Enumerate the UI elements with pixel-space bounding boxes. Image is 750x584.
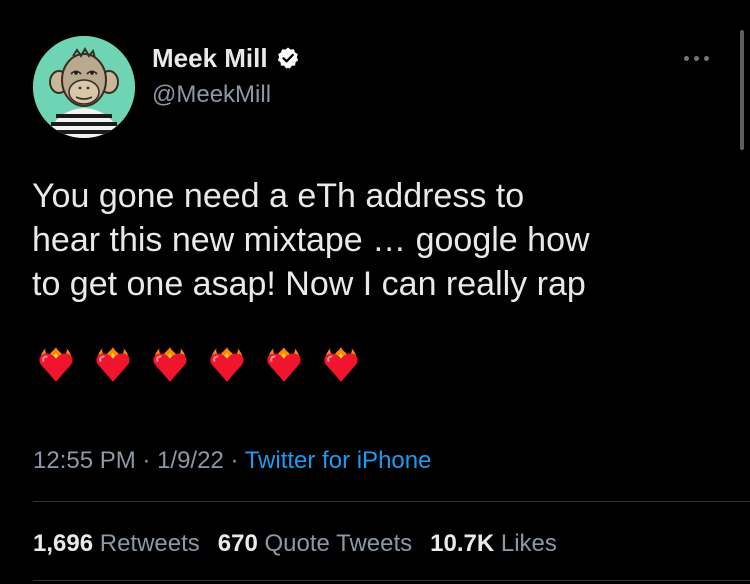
likes-stat[interactable]: 10.7K Likes (430, 529, 557, 559)
retweets-stat[interactable]: 1,696 Retweets (33, 529, 200, 559)
likes-label: Likes (500, 530, 557, 557)
divider (33, 501, 750, 502)
likes-count: 10.7K (430, 530, 495, 557)
avatar[interactable] (33, 36, 135, 138)
quote-tweets-stat[interactable]: 670 Quote Tweets (218, 529, 412, 559)
scrollbar[interactable] (740, 30, 744, 150)
verified-badge-icon (277, 47, 298, 69)
heart-on-fire-icon (153, 347, 187, 382)
tweet-date[interactable]: 1/9/22 (157, 447, 224, 474)
heart-on-fire-icon (324, 347, 358, 382)
tweet-meta: 12:55 PM · 1/9/22 · Twitter for iPhone (33, 446, 431, 476)
more-dot-icon (683, 55, 689, 61)
name-row: Meek Mill (152, 43, 300, 73)
retweets-count: 1,696 (33, 530, 94, 557)
more-dot-icon (693, 55, 699, 61)
emoji-row (35, 344, 362, 386)
heart-on-fire-icon (39, 347, 73, 382)
more-options-button[interactable] (676, 44, 716, 72)
more-dot-icon (703, 55, 709, 61)
tweet-time[interactable]: 12:55 PM (33, 447, 136, 474)
tweet-text: You gone need a eTh address to hear this… (32, 177, 590, 303)
quote-tweets-label: Quote Tweets (264, 530, 413, 557)
tweet-stats: 1,696 Retweets 670 Quote Tweets 10.7K Li… (33, 529, 557, 559)
divider (33, 580, 750, 581)
bored-ape-avatar-icon (33, 36, 135, 138)
quote-tweets-count: 670 (217, 530, 258, 557)
heart-on-fire-icon (267, 347, 301, 382)
meta-separator: · (223, 447, 245, 474)
user-handle[interactable]: @MeekMill (152, 80, 271, 110)
tweet-detail: Meek Mill @MeekMill You gone need a eTh … (0, 0, 750, 584)
meta-separator: · (135, 447, 158, 474)
heart-on-fire-icon (210, 347, 244, 382)
tweet-source-link[interactable]: Twitter for iPhone (245, 447, 432, 474)
display-name[interactable]: Meek Mill (152, 43, 268, 73)
retweets-label: Retweets (99, 530, 200, 557)
heart-on-fire-icon (96, 347, 130, 382)
